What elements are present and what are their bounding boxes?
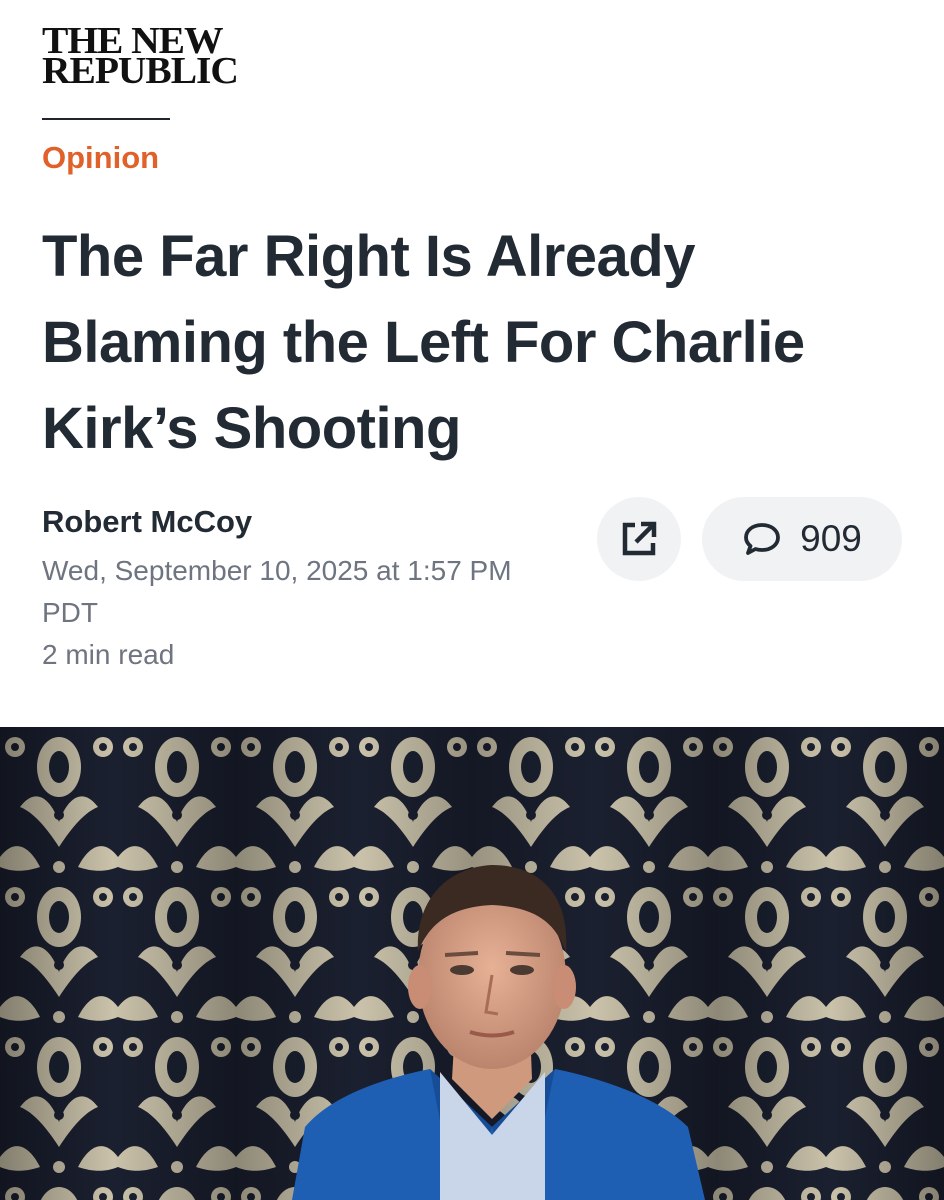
- article-meta: Wed, September 10, 2025 at 1:57 PM PDT 2…: [42, 550, 562, 676]
- share-external-icon: [622, 521, 657, 556]
- logo-line-2: REPUBLIC: [42, 50, 239, 92]
- comments-button[interactable]: 909: [702, 497, 902, 581]
- hero-image[interactable]: [0, 727, 944, 1200]
- publish-datetime: Wed, September 10, 2025 at 1:57 PM PDT: [42, 555, 512, 628]
- comment-count: 909: [800, 518, 862, 559]
- section-label[interactable]: Opinion: [42, 140, 159, 176]
- read-time: 2 min read: [42, 639, 175, 670]
- share-button[interactable]: [597, 497, 681, 581]
- masthead-divider: [42, 118, 170, 120]
- article-headline: The Far Right Is Already Blaming the Lef…: [42, 224, 805, 461]
- publication-logo[interactable]: THE NEW REPUBLIC: [42, 22, 239, 92]
- author-name[interactable]: Robert McCoy: [42, 504, 252, 540]
- speech-bubble-icon: [744, 523, 781, 555]
